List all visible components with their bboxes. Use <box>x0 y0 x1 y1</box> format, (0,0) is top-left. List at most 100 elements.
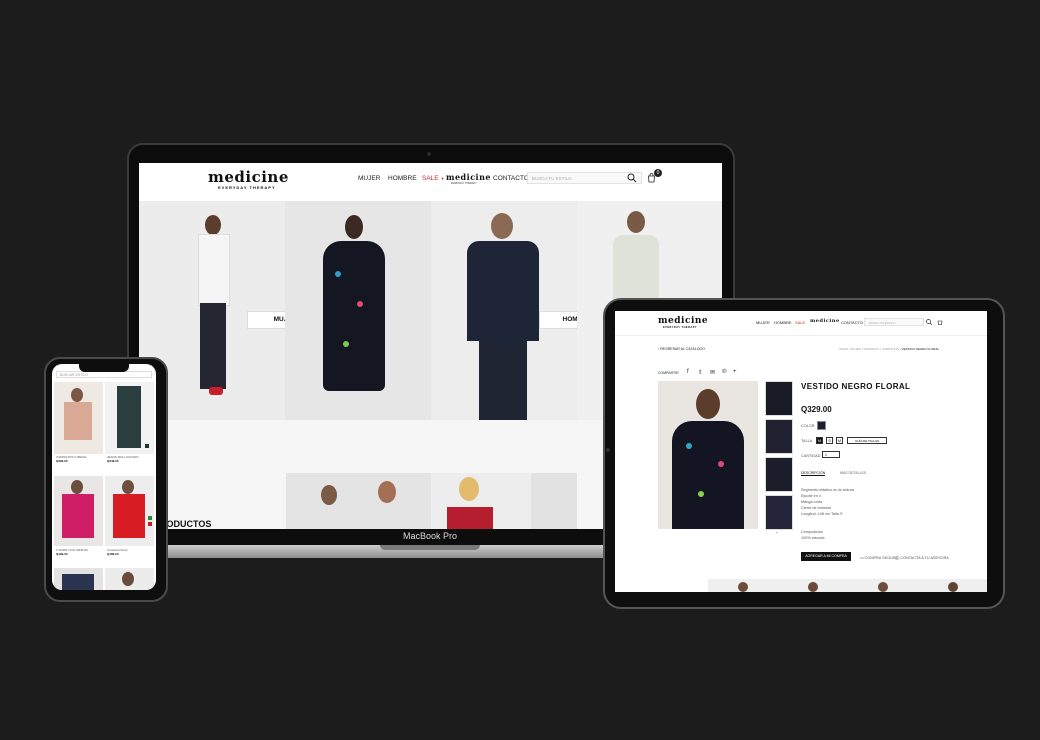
dress-flower <box>718 461 724 467</box>
cart-icon[interactable] <box>937 319 943 325</box>
product-thumbnail[interactable] <box>765 381 793 416</box>
brand-tagline: EVERYDAY THERAPY <box>218 185 276 190</box>
tablet-nav-mujer[interactable]: MUJER <box>756 320 770 325</box>
product-card-image[interactable] <box>286 473 431 529</box>
search-icon[interactable] <box>926 319 932 325</box>
tablet-nav-contacto[interactable]: CONTACTO <box>841 320 863 325</box>
model-shirt <box>62 574 94 590</box>
model-navy-polo <box>467 241 539 341</box>
model-pants <box>479 341 527 420</box>
nav-mini-tagline: EVERYDAY THERAPY <box>451 182 477 185</box>
tablet-nav-sale[interactable]: SALE <box>795 320 805 325</box>
model-head <box>205 215 221 235</box>
search-input[interactable]: BUSCA TU ESTILO <box>527 172 642 184</box>
phone-notch <box>79 364 129 372</box>
size-label: TALLA <box>801 439 813 443</box>
phone-product-image-4[interactable] <box>105 476 154 546</box>
description-item: Segmento elástico en la cintura <box>801 488 854 492</box>
quantity-select[interactable]: 1 <box>822 451 840 458</box>
chevron-down-icon[interactable]: ⌄ <box>775 529 778 534</box>
back-link-label: REGRESAR AL CATÁLOGO <box>660 347 705 351</box>
related-products-strip <box>708 579 987 592</box>
model-head <box>948 582 958 592</box>
product-main-image[interactable] <box>658 381 758 529</box>
secure-purchase-info: ▭ COMPRA SEGURA <box>860 555 898 560</box>
model-head <box>696 389 720 419</box>
product-thumbnail[interactable] <box>765 419 793 454</box>
breadcrumb-item[interactable]: INICIO <box>839 347 848 351</box>
nav-item-contacto[interactable]: CONTACTO <box>493 175 529 182</box>
model-head <box>71 480 83 494</box>
more-share-icon[interactable]: + <box>733 369 737 375</box>
model-floral-dress <box>672 421 744 529</box>
dress-flower <box>335 271 341 277</box>
size-option[interactable]: S <box>826 437 833 444</box>
tablet-nav-mini-logo[interactable]: medicine <box>810 318 840 324</box>
model-floral-dress <box>323 241 385 391</box>
size-option[interactable]: M <box>836 437 843 444</box>
phone-product-image-1[interactable] <box>54 382 103 454</box>
model-head <box>491 213 513 239</box>
tablet-nav-hombre[interactable]: HOMBRE <box>774 320 792 325</box>
cart-count-badge: 0 <box>654 169 662 177</box>
phone-search-input[interactable]: BUSCAR ESTILO <box>56 371 152 378</box>
pinterest-icon[interactable]: ℗ <box>722 369 726 375</box>
phone-product-image-3[interactable] <box>54 476 103 546</box>
breadcrumb-item[interactable]: MUJER <box>851 347 861 351</box>
dress-flower <box>686 443 692 449</box>
model-polo <box>64 402 92 440</box>
tablet-search-input[interactable]: BUSCA TU ESTILO <box>864 318 924 326</box>
brand-logo[interactable]: medicine <box>208 168 289 186</box>
phone-product-image-6[interactable] <box>105 568 154 590</box>
nav-mini-logo[interactable]: medicine <box>446 172 491 182</box>
chevron-down-icon: ▼ <box>440 176 445 181</box>
model-head <box>808 582 818 592</box>
model-pink-tshirt <box>62 494 94 538</box>
tablet-camera <box>606 448 610 452</box>
dress-flower <box>357 301 363 307</box>
search-icon[interactable] <box>627 173 637 183</box>
product-thumbnail[interactable] <box>765 457 793 492</box>
size-option[interactable]: M <box>816 437 823 444</box>
dress-flower <box>698 491 704 497</box>
phone-screen: BUSCAR ESTILO CAMISA POLO BEIGE Q299.00 … <box>52 364 156 590</box>
product-title: VESTIDO NEGRO FLORAL <box>801 382 911 391</box>
color-label: COLOR <box>801 424 815 428</box>
breadcrumb: INICIO | MUJER | VESTIDOS Y JUMPSUITS | … <box>839 347 940 351</box>
add-to-cart-button[interactable]: AGREGAR A MI COMPRA <box>801 552 851 561</box>
back-to-catalog-link[interactable]: ‹ REGRESAR AL CATÁLOGO <box>658 347 705 351</box>
product-card-image[interactable] <box>431 473 531 529</box>
description-item: Manga corta <box>801 500 823 504</box>
color-swatch-navy[interactable] <box>817 421 826 430</box>
facebook-icon[interactable]: f <box>687 369 689 375</box>
site-header: medicine EVERYDAY THERAPY MUJER HOMBRE S… <box>139 163 722 201</box>
twitter-icon[interactable]: 𝕥 <box>699 369 702 376</box>
breadcrumb-item[interactable]: VESTIDOS Y JUMPSUITS <box>863 347 899 351</box>
color-swatch[interactable] <box>148 516 152 520</box>
tab-more-details[interactable]: MÁS DETALLES <box>840 471 866 475</box>
nav-item-sale-label: SALE <box>422 175 439 182</box>
tablet-brand-logo[interactable]: medicine <box>658 316 708 326</box>
model-head <box>878 582 888 592</box>
quantity-label: CANTIDAD <box>801 454 821 458</box>
laptop-camera <box>427 152 431 156</box>
model-white-shirt <box>198 234 230 306</box>
model-head <box>122 572 134 586</box>
phone-product-price: Q349.00 <box>107 459 119 463</box>
model-head <box>627 211 645 233</box>
nav-item-hombre[interactable]: HOMBRE <box>388 175 417 182</box>
phone-product-image-2[interactable] <box>105 382 154 454</box>
nav-item-mujer[interactable]: MUJER <box>358 175 380 182</box>
color-swatch[interactable] <box>145 444 149 448</box>
phone-product-image-5[interactable] <box>54 568 103 590</box>
email-icon[interactable]: ✉ <box>710 369 715 376</box>
size-guide-button[interactable]: GUÍA DE TALLAS <box>847 437 887 444</box>
tab-description[interactable]: DESCRIPCIÓN <box>801 471 826 476</box>
color-swatch[interactable] <box>148 522 152 526</box>
contact-advisor-link[interactable]: ◯ CONTACTA A TU ASESORA <box>895 555 949 560</box>
model-head <box>321 485 337 505</box>
hero-panel-women-2[interactable] <box>285 201 431 420</box>
product-card-image[interactable] <box>531 473 577 529</box>
nav-item-sale[interactable]: SALE ▼ <box>422 175 444 182</box>
product-thumbnail[interactable] <box>765 495 793 530</box>
